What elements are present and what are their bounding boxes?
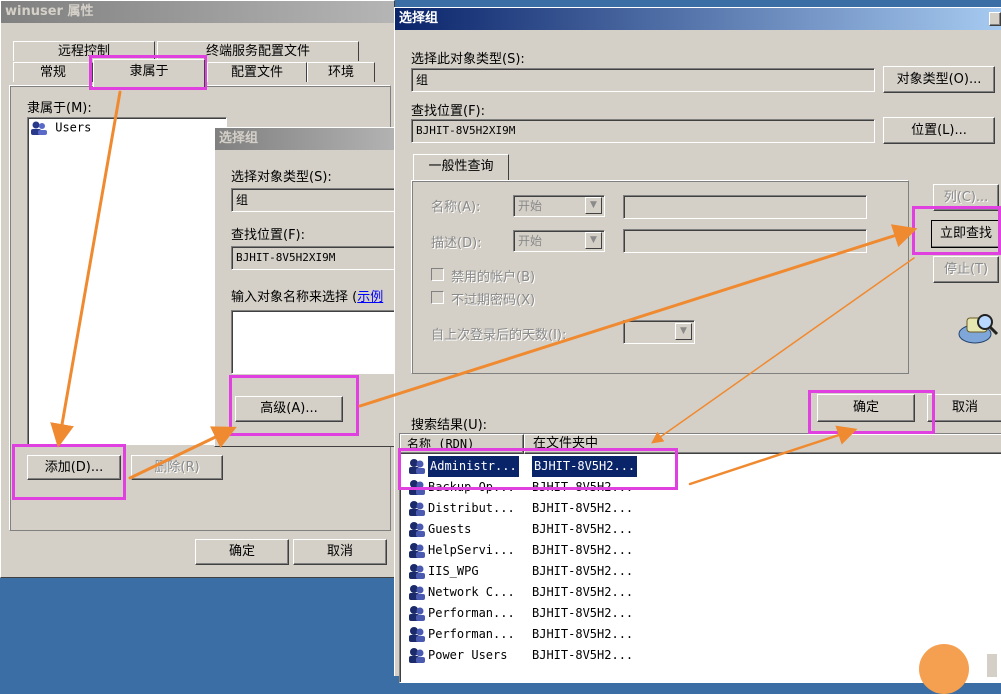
annotation-arrows bbox=[50, 90, 918, 486]
arrow-find-to-results bbox=[651, 257, 915, 444]
arrow-results-to-ok bbox=[688, 425, 858, 486]
arrow-tab-to-add bbox=[50, 90, 122, 448]
tab-member-of[interactable]: 隶属于 bbox=[93, 59, 205, 87]
arrow-add-to-advanced bbox=[128, 426, 237, 480]
arrow-advanced-to-find bbox=[358, 224, 918, 408]
tab-common-queries[interactable]: 一般性查询 bbox=[413, 154, 509, 180]
